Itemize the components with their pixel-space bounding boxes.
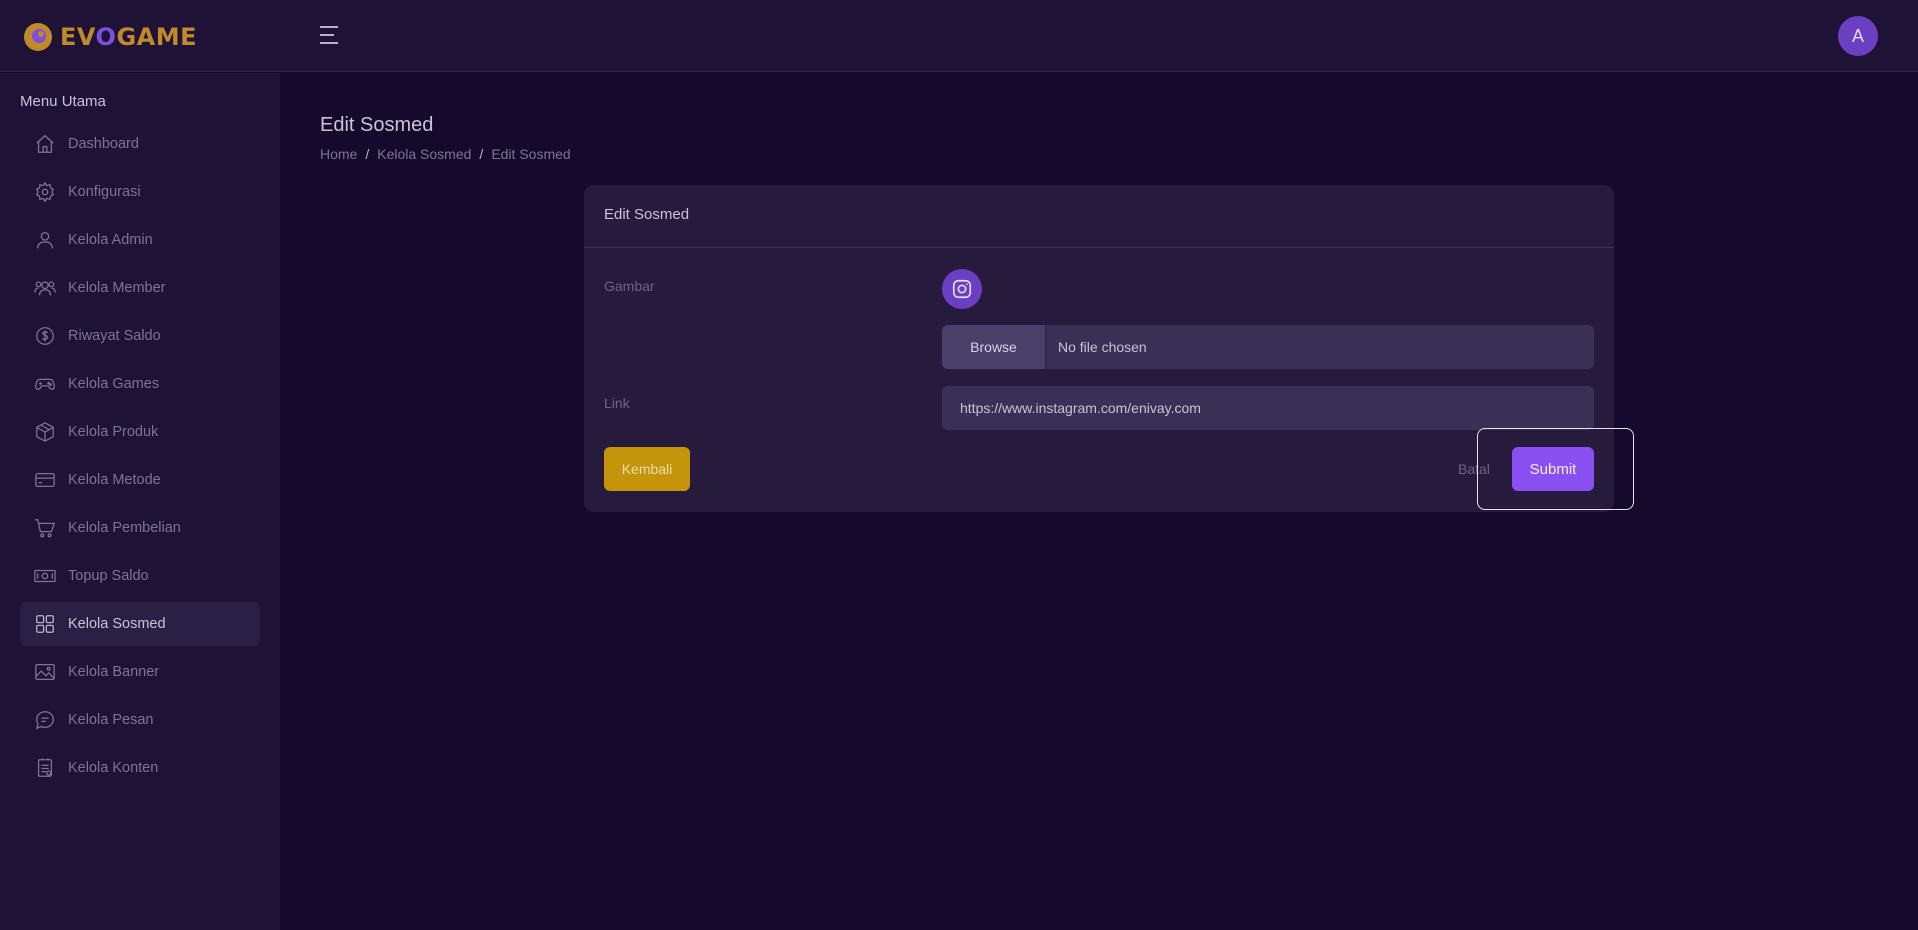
logo-text: EVOGAME bbox=[60, 23, 198, 51]
menu-toggle-icon[interactable] bbox=[320, 26, 342, 46]
dragon-logo-icon bbox=[24, 23, 52, 51]
sidebar-item-kelola-banner[interactable]: Kelola Banner bbox=[20, 650, 260, 694]
sidebar-item-label: Kelola Banner bbox=[68, 664, 160, 680]
breadcrumb-kelola-sosmed[interactable]: Kelola Sosmed bbox=[377, 146, 471, 162]
sidebar-item-label: Topup Saldo bbox=[68, 568, 149, 584]
link-label: Link bbox=[604, 395, 630, 411]
sidebar-item-topup-saldo[interactable]: Topup Saldo bbox=[20, 554, 260, 598]
sidebar-item-label: Kelola Konten bbox=[68, 760, 159, 776]
sidebar-item-kelola-admin[interactable]: Kelola Admin bbox=[20, 218, 260, 262]
sidebar-item-riwayat-saldo[interactable]: Riwayat Saldo bbox=[20, 314, 260, 358]
sidebar-title: Menu Utama bbox=[20, 93, 106, 110]
sidebar: Menu Utama Dashboard Konfigurasi Kelola … bbox=[0, 73, 280, 930]
card-title: Edit Sosmed bbox=[584, 185, 1614, 248]
user-icon bbox=[37, 232, 53, 249]
link-input[interactable] bbox=[942, 386, 1594, 430]
sidebar-item-label: Kelola Member bbox=[68, 280, 166, 296]
sidebar-item-label: Kelola Sosmed bbox=[68, 616, 166, 632]
cart-icon bbox=[34, 519, 56, 538]
cash-icon bbox=[34, 569, 56, 583]
home-icon bbox=[36, 134, 54, 153]
grid-icon bbox=[36, 615, 54, 633]
users-icon bbox=[34, 281, 56, 296]
sidebar-item-kelola-produk[interactable]: Kelola Produk bbox=[20, 410, 260, 454]
sidebar-item-label: Riwayat Saldo bbox=[68, 328, 161, 344]
logo[interactable]: EVOGAME bbox=[22, 20, 197, 54]
sidebar-item-dashboard[interactable]: Dashboard bbox=[20, 122, 260, 166]
breadcrumb: Home / Kelola Sosmed / Edit Sosmed bbox=[320, 146, 571, 162]
browse-button[interactable]: Browse bbox=[942, 325, 1046, 369]
file-status-text: No file chosen bbox=[1058, 339, 1147, 355]
back-button[interactable]: Kembali bbox=[604, 447, 690, 491]
breadcrumb-current: Edit Sosmed bbox=[491, 146, 571, 162]
gambar-label: Gambar bbox=[604, 278, 655, 294]
sidebar-item-label: Dashboard bbox=[68, 136, 139, 152]
card-icon bbox=[35, 472, 55, 488]
sidebar-item-kelola-metode[interactable]: Kelola Metode bbox=[20, 458, 260, 502]
gear-icon bbox=[35, 181, 55, 203]
sidebar-item-kelola-sosmed[interactable]: Kelola Sosmed bbox=[20, 602, 260, 646]
cancel-button[interactable]: Batal bbox=[1458, 447, 1490, 491]
sidebar-item-label: Kelola Games bbox=[68, 376, 160, 392]
sidebar-menu: Dashboard Konfigurasi Kelola Admin Kelol… bbox=[20, 122, 260, 794]
sidebar-item-kelola-member[interactable]: Kelola Member bbox=[20, 266, 260, 310]
breadcrumb-separator: / bbox=[365, 146, 370, 162]
sidebar-item-kelola-games[interactable]: Kelola Games bbox=[20, 362, 260, 406]
breadcrumb-separator: / bbox=[479, 146, 484, 162]
box-icon bbox=[36, 422, 54, 442]
sidebar-item-label: Kelola Admin bbox=[68, 232, 153, 248]
top-header: EVOGAME A bbox=[0, 0, 1918, 72]
submit-button[interactable]: Submit bbox=[1512, 447, 1594, 491]
sidebar-item-label: Kelola Pembelian bbox=[68, 520, 181, 536]
sidebar-item-label: Kelola Pesan bbox=[68, 712, 154, 728]
sidebar-item-label: Kelola Metode bbox=[68, 472, 161, 488]
sidebar-item-label: Kelola Produk bbox=[68, 424, 159, 440]
image-file-input[interactable]: Browse No file chosen bbox=[942, 325, 1594, 369]
gamepad-icon bbox=[35, 378, 55, 390]
image-icon bbox=[35, 664, 55, 680]
page-title: Edit Sosmed bbox=[320, 114, 434, 136]
breadcrumb-home[interactable]: Home bbox=[320, 146, 357, 162]
current-image-preview bbox=[942, 269, 982, 309]
instagram-icon bbox=[952, 279, 972, 299]
avatar[interactable]: A bbox=[1838, 16, 1878, 56]
sidebar-item-kelola-pesan[interactable]: Kelola Pesan bbox=[20, 698, 260, 742]
sidebar-item-label: Konfigurasi bbox=[68, 184, 141, 200]
sidebar-item-kelola-konten[interactable]: Kelola Konten bbox=[20, 746, 260, 790]
sidebar-item-konfigurasi[interactable]: Konfigurasi bbox=[20, 170, 260, 214]
dollar-icon bbox=[36, 327, 54, 345]
file-icon bbox=[37, 758, 53, 777]
edit-sosmed-card: Edit Sosmed Gambar Browse No file chosen… bbox=[584, 185, 1634, 512]
chat-icon bbox=[35, 711, 54, 730]
sidebar-item-kelola-pembelian[interactable]: Kelola Pembelian bbox=[20, 506, 260, 550]
